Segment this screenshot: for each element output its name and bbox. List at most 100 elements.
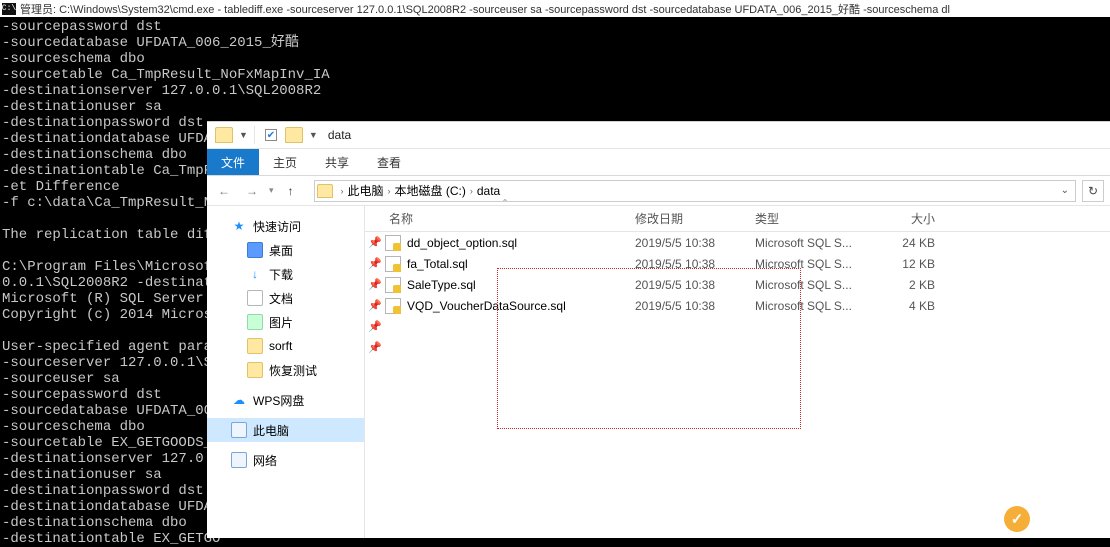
tab-file-label: 文件 [221, 156, 245, 170]
breadcrumb-drive[interactable]: 本地磁盘 (C:)› [395, 182, 477, 199]
network-icon [231, 452, 247, 468]
cmd-title-text: 管理员: C:\Windows\System32\cmd.exe - table… [20, 1, 950, 17]
sidebar-label: 快速访问 [253, 218, 301, 235]
sidebar-label: 下载 [269, 266, 293, 283]
sidebar-pictures[interactable]: 图片 [207, 310, 364, 334]
file-type: Microsoft SQL S... [755, 278, 875, 292]
column-date[interactable]: 修改日期 [635, 210, 755, 227]
sidebar-recovery[interactable]: 恢复测试 [207, 358, 364, 382]
nav-forward-button[interactable]: → [241, 180, 263, 202]
qat-properties-icon[interactable]: ✔ [265, 129, 277, 141]
file-date: 2019/5/5 10:38 [635, 299, 755, 313]
sidebar-label: sorft [269, 339, 292, 353]
pin-icon[interactable]: 📌 [365, 257, 385, 270]
explorer-titlebar[interactable]: ▼ ✔ ▼ data [207, 122, 1110, 149]
ribbon-tabs: 文件 主页 共享 查看 [207, 149, 1110, 176]
pin-icon[interactable]: 📌 [365, 341, 385, 354]
breadcrumb-folder[interactable]: data [477, 184, 500, 198]
cloud-icon: ☁ [231, 392, 247, 408]
sql-file-icon [385, 256, 401, 272]
file-type: Microsoft SQL S... [755, 236, 875, 250]
file-type: Microsoft SQL S... [755, 299, 875, 313]
sidebar-label: 网络 [253, 452, 277, 469]
empty-row: 📌 [365, 316, 1110, 337]
file-size: 12 KB [875, 257, 945, 271]
pin-icon[interactable]: 📌 [365, 299, 385, 312]
sql-file-icon [385, 277, 401, 293]
file-list: ⌃ 名称 修改日期 类型 大小 📌 dd_object_option.sql 2… [365, 206, 1110, 538]
file-name: dd_object_option.sql [407, 236, 517, 250]
sidebar-network[interactable]: 网络 [207, 448, 364, 472]
sidebar-label: 图片 [269, 314, 293, 331]
column-type[interactable]: 类型 [755, 210, 875, 227]
pictures-icon [247, 314, 263, 330]
navigation-pane: ★ 快速访问 桌面 ↓ 下载 文档 图片 sorft 恢复测试 ☁ WPS网盘 此电脑… [207, 206, 365, 538]
desktop-icon [247, 242, 263, 258]
chevron-down-icon[interactable]: ▼ [309, 130, 318, 140]
file-date: 2019/5/5 10:38 [635, 278, 755, 292]
watermark-text: 创新互联 [1038, 509, 1102, 530]
documents-icon [247, 290, 263, 306]
tab-view[interactable]: 查看 [363, 149, 415, 175]
pin-icon[interactable]: 📌 [365, 278, 385, 291]
computer-icon [231, 422, 247, 438]
tab-share-label: 共享 [325, 156, 349, 170]
explorer-window: ▼ ✔ ▼ data 文件 主页 共享 查看 ← → ▾ ↑ › 此电脑› 本地… [207, 121, 1110, 538]
tab-home[interactable]: 主页 [259, 149, 311, 175]
sidebar-wps[interactable]: ☁ WPS网盘 [207, 388, 364, 412]
watermark-logo-icon: ✓ [1004, 506, 1030, 532]
file-name: VQD_VoucherDataSource.sql [407, 299, 566, 313]
refresh-button[interactable]: ↻ [1082, 180, 1104, 202]
watermark: ✓ 创新互联 [1004, 506, 1102, 532]
file-size: 2 KB [875, 278, 945, 292]
tab-home-label: 主页 [273, 156, 297, 170]
sidebar-quick-access[interactable]: ★ 快速访问 [207, 214, 364, 238]
empty-row: 📌 [365, 337, 1110, 358]
tab-view-label: 查看 [377, 156, 401, 170]
sidebar-downloads[interactable]: ↓ 下载 [207, 262, 364, 286]
tab-file[interactable]: 文件 [207, 149, 259, 175]
file-size: 4 KB [875, 299, 945, 313]
recent-locations-button[interactable]: ▾ [269, 185, 274, 196]
sidebar-label: WPS网盘 [253, 392, 304, 409]
column-size[interactable]: 大小 [875, 210, 945, 227]
chevron-right-icon[interactable]: › [341, 186, 344, 196]
file-row[interactable]: 📌 VQD_VoucherDataSource.sql 2019/5/5 10:… [365, 295, 1110, 316]
column-name[interactable]: 名称 [365, 210, 635, 227]
file-type: Microsoft SQL S... [755, 257, 875, 271]
chevron-right-icon[interactable]: › [470, 186, 473, 196]
sidebar-documents[interactable]: 文档 [207, 286, 364, 310]
folder-icon [247, 338, 263, 354]
nav-up-button[interactable]: ↑ [280, 180, 302, 202]
cmd-icon: C:\ [2, 3, 16, 15]
breadcrumb-this-pc[interactable]: 此电脑› [348, 182, 395, 199]
column-headers: 名称 修改日期 类型 大小 [365, 206, 1110, 232]
sql-file-icon [385, 235, 401, 251]
sidebar-this-pc[interactable]: 此电脑 [207, 418, 364, 442]
file-name: SaleType.sql [407, 278, 476, 292]
file-row[interactable]: 📌 SaleType.sql 2019/5/5 10:38 Microsoft … [365, 274, 1110, 295]
file-row[interactable]: 📌 fa_Total.sql 2019/5/5 10:38 Microsoft … [365, 253, 1110, 274]
star-icon: ★ [231, 218, 247, 234]
folder-icon [317, 184, 333, 198]
sidebar-label: 文档 [269, 290, 293, 307]
pin-icon[interactable]: 📌 [365, 236, 385, 249]
pin-icon[interactable]: 📌 [365, 320, 385, 333]
download-icon: ↓ [247, 266, 263, 282]
window-title: data [328, 128, 351, 142]
file-date: 2019/5/5 10:38 [635, 257, 755, 271]
chevron-right-icon[interactable]: › [388, 186, 391, 196]
folder-icon [247, 362, 263, 378]
address-dropdown-button[interactable]: ⌄ [1057, 185, 1073, 196]
cmd-titlebar[interactable]: C:\ 管理员: C:\Windows\System32\cmd.exe - t… [0, 0, 1110, 17]
chevron-down-icon[interactable]: ▼ [239, 130, 248, 140]
sidebar-desktop[interactable]: 桌面 [207, 238, 364, 262]
sidebar-label: 恢复测试 [269, 362, 317, 379]
address-bar[interactable]: › 此电脑› 本地磁盘 (C:)› data ⌄ [314, 180, 1076, 202]
file-size: 24 KB [875, 236, 945, 250]
nav-back-button[interactable]: ← [213, 180, 235, 202]
sidebar-sorft[interactable]: sorft [207, 334, 364, 358]
tab-share[interactable]: 共享 [311, 149, 363, 175]
sql-file-icon [385, 298, 401, 314]
file-row[interactable]: 📌 dd_object_option.sql 2019/5/5 10:38 Mi… [365, 232, 1110, 253]
